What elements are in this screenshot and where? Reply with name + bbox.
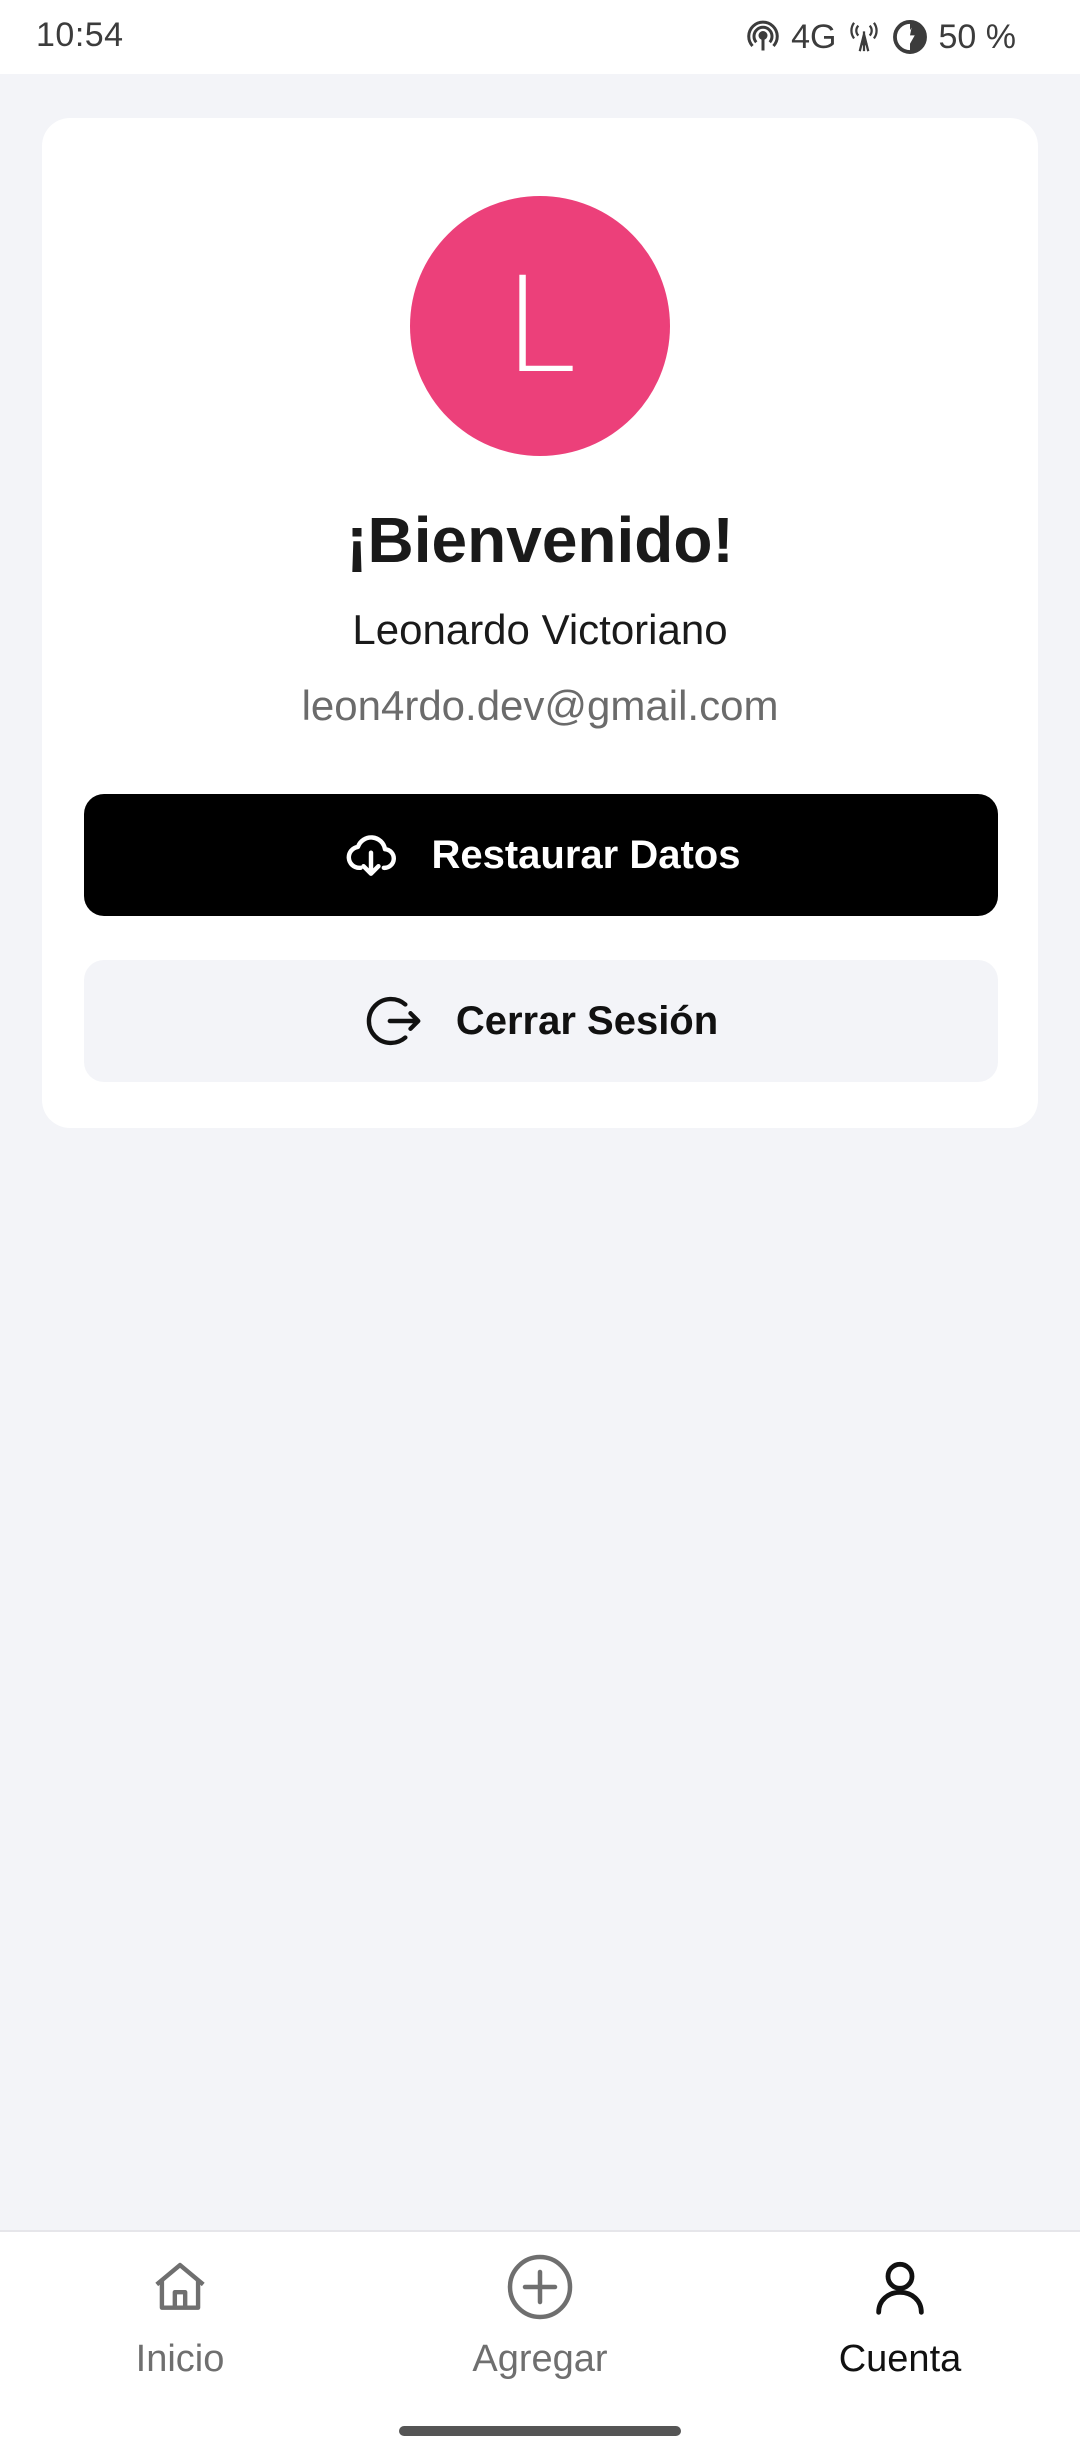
avatar-letter: L	[503, 249, 577, 403]
user-name: Leonardo Victoriano	[352, 606, 728, 653]
user-email: leon4rdo.dev@gmail.com	[301, 682, 779, 729]
nav-item-agregar[interactable]: Agregar	[360, 2250, 720, 2420]
cloud-download-icon	[341, 827, 401, 883]
home-indicator[interactable]	[399, 2426, 681, 2436]
welcome-title: ¡Bienvenido!	[346, 504, 734, 576]
nav-label-cuenta: Cuenta	[838, 2338, 962, 2380]
nav-item-cuenta[interactable]: Cuenta	[720, 2250, 1080, 2420]
battery-percent: 50 %	[938, 17, 1017, 56]
profile-card: L ¡Bienvenido! Leonardo Victoriano leon4…	[42, 118, 1038, 1128]
battery-saver-icon	[891, 18, 929, 56]
nav-item-inicio[interactable]: Inicio	[0, 2250, 360, 2420]
status-icons: 4G 50 %	[745, 14, 1016, 60]
status-bar: 10:54 4G 50 %	[0, 0, 1080, 74]
hotspot-icon	[745, 19, 781, 55]
status-time: 10:54	[36, 16, 124, 54]
home-icon	[149, 2250, 211, 2324]
restore-data-label: Restaurar Datos	[431, 832, 741, 877]
restore-data-button[interactable]: Restaurar Datos	[84, 794, 998, 916]
logout-button[interactable]: Cerrar Sesión	[84, 960, 998, 1082]
nav-label-inicio: Inicio	[135, 2338, 225, 2380]
network-type: 4G	[791, 17, 837, 56]
logout-icon	[364, 990, 426, 1052]
nav-label-agregar: Agregar	[472, 2338, 608, 2380]
avatar: L	[410, 196, 670, 456]
logout-label: Cerrar Sesión	[455, 998, 719, 1043]
person-icon	[868, 2250, 932, 2324]
signal-tower-icon	[847, 19, 881, 55]
add-circle-icon	[504, 2250, 576, 2324]
